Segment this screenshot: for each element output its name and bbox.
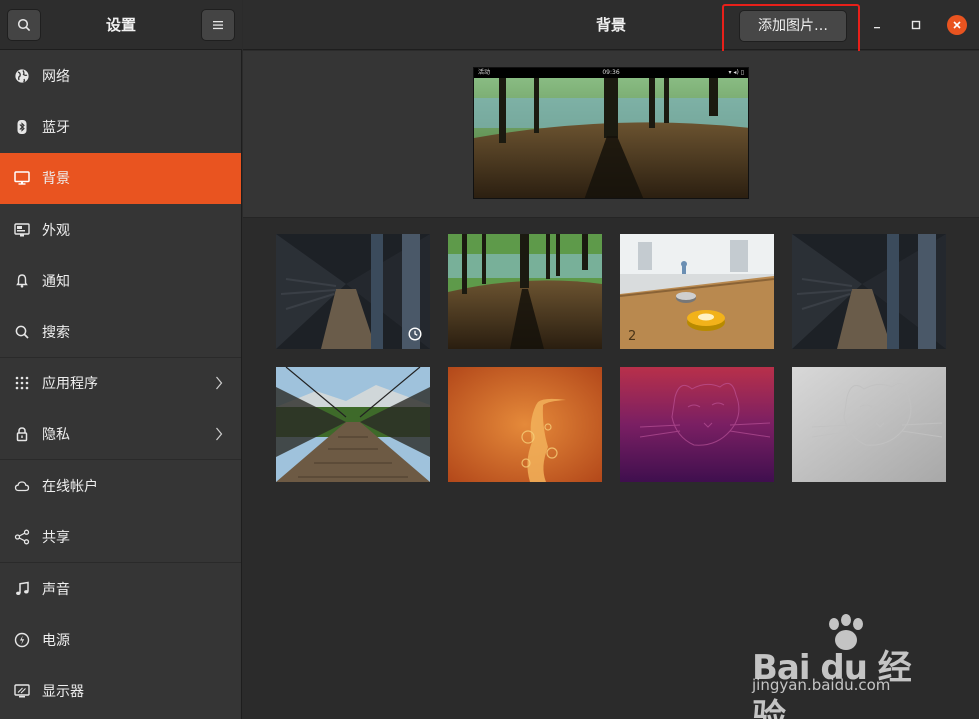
forest-shadow-image [448, 234, 602, 349]
main-header: 背景 添加图片… [243, 0, 979, 54]
apps-grid-icon [14, 375, 30, 391]
sidebar-item-label: 声音 [42, 581, 70, 598]
suspension-bridge-image [276, 367, 430, 482]
minimize-button[interactable] [867, 15, 887, 35]
wallpaper-suspension-bridge[interactable] [276, 367, 430, 482]
sidebar-item-label: 搜索 [42, 324, 70, 341]
sidebar-title: 设置 [105, 16, 136, 34]
display-icon [14, 683, 30, 699]
lock-icon [14, 426, 30, 442]
preview-top-bar: 活动 09:36 ▾ ◂) ▯ [474, 68, 748, 78]
sidebar-item-applications[interactable]: 应用程序 [0, 358, 241, 409]
monitor-icon [14, 170, 30, 186]
sidebar-item-displays[interactable]: 显示器 [0, 666, 241, 717]
cloud-icon [14, 478, 30, 494]
sidebar-item-notifications[interactable]: 通知 [0, 255, 241, 306]
sidebar-header: 设置 [0, 0, 242, 50]
sidebar-item-bluetooth[interactable]: 蓝牙 [0, 101, 241, 152]
wallpaper-subway-platform[interactable] [276, 234, 430, 349]
sidebar-item-label: 网络 [42, 68, 70, 85]
close-icon [953, 21, 961, 29]
sidebar-item-label: 隐私 [42, 427, 70, 444]
sidebar-item-background[interactable]: 背景 [0, 152, 241, 204]
settings-nav: 网络 蓝牙 背景 外观 通知 搜索 应用程序 隐私 在线帐户 共享 声音 电源 … [0, 50, 241, 717]
svg-text:2: 2 [628, 329, 636, 344]
sidebar-item-label: 共享 [42, 529, 70, 546]
chevron-right-icon [216, 427, 223, 441]
sidebar-item-online-accounts[interactable]: 在线帐户 [0, 460, 241, 511]
sidebar-item-label: 电源 [42, 632, 70, 649]
hamburger-menu-icon [213, 21, 223, 30]
preview-clock: 09:36 [602, 69, 620, 76]
maximize-icon [911, 20, 921, 30]
sidebar-item-sound[interactable]: 声音 [0, 563, 241, 614]
subway-platform-image [276, 234, 430, 349]
chevron-right-icon [216, 377, 223, 390]
sidebar-item-sharing[interactable]: 共享 [0, 512, 241, 563]
wallpaper-grey-fossa[interactable] [792, 367, 946, 482]
wallpaper-shuffleboard[interactable]: 2 [620, 234, 774, 349]
add-picture-button[interactable]: 添加图片… [739, 10, 847, 42]
sidebar-item-label: 蓝牙 [42, 119, 70, 136]
search-button[interactable] [7, 9, 41, 41]
sidebar-item-label: 外观 [42, 222, 70, 239]
minimize-icon [874, 27, 880, 29]
watermark-url: jingyan.baidu.com [752, 676, 891, 694]
preview-status-icons: ▾ ◂) ▯ [728, 69, 744, 76]
timed-wallpaper-clock-icon [408, 327, 422, 341]
sidebar-item-label: 显示器 [42, 684, 84, 701]
bell-icon [14, 273, 30, 289]
sidebar-item-search[interactable]: 搜索 [0, 306, 241, 358]
baidu-jingyan-watermark: Bai du 经验 jingyan.baidu.com [752, 612, 932, 719]
wallpaper-subway-platform-2[interactable] [792, 234, 946, 349]
sidebar-item-power[interactable]: 电源 [0, 614, 241, 665]
globe-icon [14, 68, 30, 84]
search-icon [17, 18, 31, 32]
watermark-brand: Bai du 经验 [752, 648, 912, 719]
current-background-preview: 活动 09:36 ▾ ◂) ▯ [473, 67, 749, 199]
sidebar-item-label: 在线帐户 [42, 479, 98, 496]
share-icon [14, 529, 30, 545]
background-preview-area: 活动 09:36 ▾ ◂) ▯ [243, 51, 979, 218]
sidebar: 设置 网络 蓝牙 背景 外观 通知 搜索 应用程序 隐私 在线帐户 共享 声音 … [0, 0, 242, 719]
paw-logo-icon [829, 614, 863, 650]
sidebar-item-label: 背景 [42, 171, 70, 188]
sidebar-item-label: 应用程序 [42, 376, 98, 393]
forest-shadow-preview-image [474, 68, 748, 198]
sidebar-item-appearance[interactable]: 外观 [0, 204, 241, 255]
wallpaper-purple-fossa[interactable] [620, 367, 774, 482]
sidebar-item-network[interactable]: 网络 [0, 50, 241, 101]
power-icon [14, 632, 30, 648]
search-icon [14, 324, 30, 340]
maximize-button[interactable] [906, 15, 926, 35]
wallpaper-orange-heron[interactable] [448, 367, 602, 482]
orange-heron-image [448, 367, 602, 482]
sidebar-item-label: 通知 [42, 273, 70, 290]
wallpaper-forest-shadow[interactable] [448, 234, 602, 349]
menu-button[interactable] [201, 9, 235, 41]
bluetooth-icon [14, 119, 30, 135]
purple-fossa-image [620, 367, 774, 482]
close-button[interactable] [947, 15, 967, 35]
subway-platform-image-2 [792, 234, 946, 349]
music-note-icon [14, 581, 30, 597]
appearance-icon [14, 222, 30, 238]
sidebar-item-privacy[interactable]: 隐私 [0, 409, 241, 461]
grey-fossa-image [792, 367, 946, 482]
shuffleboard-image: 2 [620, 234, 774, 349]
